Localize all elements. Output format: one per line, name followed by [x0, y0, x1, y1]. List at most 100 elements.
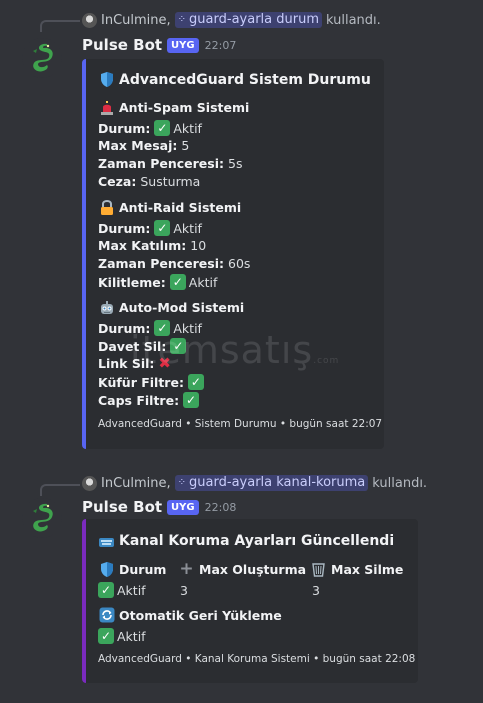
field-value: 5s	[228, 156, 243, 171]
reply-user[interactable]: InCulmine,	[101, 13, 171, 28]
command-text: guard-ayarla durum	[189, 12, 319, 27]
embed-title-text: AdvancedGuard Sistem Durumu	[119, 71, 371, 88]
field-name-text: Max Oluşturma	[199, 561, 307, 577]
watermark-text: itemsatış	[130, 328, 314, 372]
field-value: 60s	[228, 256, 251, 271]
field-otomatik-geri-yukleme: Otomatik Geri Yükleme ✓ Aktif	[98, 606, 282, 645]
reply-user[interactable]: InCulmine,	[101, 476, 171, 491]
check-icon: ✓	[98, 582, 114, 598]
bot-avatar[interactable]	[22, 498, 62, 538]
field-label: Caps Filtre:	[98, 392, 180, 408]
slash-command[interactable]: ⁘ guard-ayarla kanal-koruma	[174, 475, 369, 491]
check-icon: ✓	[98, 628, 114, 644]
field-label: Max Mesaj:	[98, 138, 178, 153]
field-value-text: 3	[312, 582, 320, 598]
field-line: Durum: ✓ Aktif	[98, 120, 202, 136]
field-line: Max Katılım: 10	[98, 238, 206, 253]
app-tag: UYG	[167, 499, 199, 515]
embed-footer: AdvancedGuard • Kanal Koruma Sistemi • b…	[98, 653, 416, 665]
siren-icon	[98, 99, 115, 116]
field-label: Kilitleme:	[98, 274, 166, 290]
field-label: Zaman Penceresi:	[98, 156, 225, 171]
user-avatar[interactable]	[82, 12, 97, 28]
shield-icon	[98, 561, 115, 578]
section-title: Anti-Spam Sistemi	[119, 100, 250, 115]
field-label: Zaman Penceresi:	[98, 256, 225, 271]
robot-icon	[98, 299, 115, 316]
field-label: Küfür Filtre:	[98, 374, 184, 390]
field-line: Max Mesaj: 5	[98, 138, 189, 153]
watermark-suffix: .com	[313, 356, 340, 366]
section-title: Auto-Mod Sistemi	[119, 300, 245, 315]
app-tag: UYG	[167, 37, 199, 53]
field-line: Caps Filtre: ✓	[98, 392, 202, 408]
check-icon: ✓	[154, 220, 171, 236]
wastebasket-icon	[310, 561, 327, 578]
dragon-icon	[33, 43, 53, 72]
field-name-text: Otomatik Geri Yükleme	[119, 607, 282, 623]
embed-title-text: Kanal Koruma Ayarları Güncellendi	[119, 532, 395, 549]
reply-suffix: kullandı.	[325, 12, 381, 28]
dragon-icon	[33, 503, 53, 532]
field-value-text: Aktif	[117, 628, 146, 644]
field-durum: Durum ✓ Aktif	[98, 560, 166, 599]
status-embed: AdvancedGuard Sistem Durumu Anti-Spam Si…	[82, 59, 384, 449]
section-anti-raid: Anti-Raid Sistemi	[98, 199, 241, 216]
user-avatar[interactable]	[82, 475, 97, 491]
shield-icon	[98, 71, 115, 88]
field-line: Ceza: Susturma	[98, 174, 200, 189]
field-value: Aktif	[173, 120, 202, 136]
check-icon: ✓	[169, 274, 186, 290]
field-value: 3	[178, 581, 306, 599]
slash-command[interactable]: ⁘ guard-ayarla durum	[174, 12, 322, 28]
reply-context[interactable]: InCulmine, ⁘ guard-ayarla durum kullandı…	[82, 11, 381, 29]
section-title: Anti-Raid Sistemi	[119, 200, 242, 215]
field-line: Küfür Filtre: ✓	[98, 374, 207, 390]
check-icon: ✓	[187, 374, 204, 390]
embed-footer: AdvancedGuard • Sistem Durumu • bugün sa…	[98, 418, 383, 430]
field-name: + Max Oluşturma	[178, 559, 307, 579]
field-name-text: Durum	[119, 561, 167, 577]
reply-context[interactable]: InCulmine, ⁘ guard-ayarla kanal-koruma k…	[82, 474, 427, 492]
field-value: Aktif	[173, 220, 202, 236]
field-name: Otomatik Geri Yükleme	[98, 606, 282, 624]
field-line: Zaman Penceresi: 5s	[98, 156, 242, 171]
field-value: 10	[190, 238, 207, 253]
field-line: Durum: ✓ Aktif	[98, 220, 202, 236]
field-value: Aktif	[188, 274, 218, 290]
keyboard-icon	[98, 532, 115, 549]
command-icon: ⁘	[177, 477, 187, 488]
field-label: Durum:	[98, 120, 151, 136]
field-label: Max Katılım:	[98, 238, 187, 253]
field-name-text: Max Silme	[331, 561, 404, 577]
field-value: 5	[181, 138, 190, 153]
message-header: Pulse Bot UYG 22:07	[82, 35, 236, 55]
embed-title: Kanal Koruma Ayarları Güncellendi	[98, 532, 394, 549]
channel-protection-embed: Kanal Koruma Ayarları Güncellendi Durum …	[82, 519, 418, 683]
message-header: Pulse Bot UYG 22:08	[82, 497, 236, 517]
field-name: Durum	[98, 560, 166, 578]
watermark: itemsatış.com	[130, 328, 339, 372]
reply-suffix: kullandı.	[372, 475, 428, 491]
field-value: 3	[310, 581, 403, 599]
command-icon: ⁘	[177, 14, 187, 25]
section-auto-mod: Auto-Mod Sistemi	[98, 299, 244, 316]
command-text: guard-ayarla kanal-koruma	[189, 475, 366, 490]
embed-title: AdvancedGuard Sistem Durumu	[98, 71, 371, 88]
field-value: Susturma	[140, 174, 201, 189]
field-value: ✓ Aktif	[98, 627, 282, 645]
section-anti-spam: Anti-Spam Sistemi	[98, 99, 249, 116]
plus-icon: +	[179, 559, 194, 579]
field-value-text: Aktif	[117, 582, 146, 598]
refresh-icon	[98, 607, 115, 624]
field-max-silme: Max Silme 3	[310, 560, 403, 599]
bot-name[interactable]: Pulse Bot	[82, 36, 162, 54]
bot-name[interactable]: Pulse Bot	[82, 498, 162, 516]
field-line: Kilitleme: ✓ Aktif	[98, 274, 217, 290]
field-label: Durum:	[98, 220, 151, 236]
timestamp[interactable]: 22:08	[205, 501, 237, 514]
lock-icon	[98, 199, 115, 216]
bot-avatar[interactable]	[22, 38, 62, 78]
check-icon: ✓	[183, 392, 200, 408]
timestamp[interactable]: 22:07	[205, 39, 237, 52]
